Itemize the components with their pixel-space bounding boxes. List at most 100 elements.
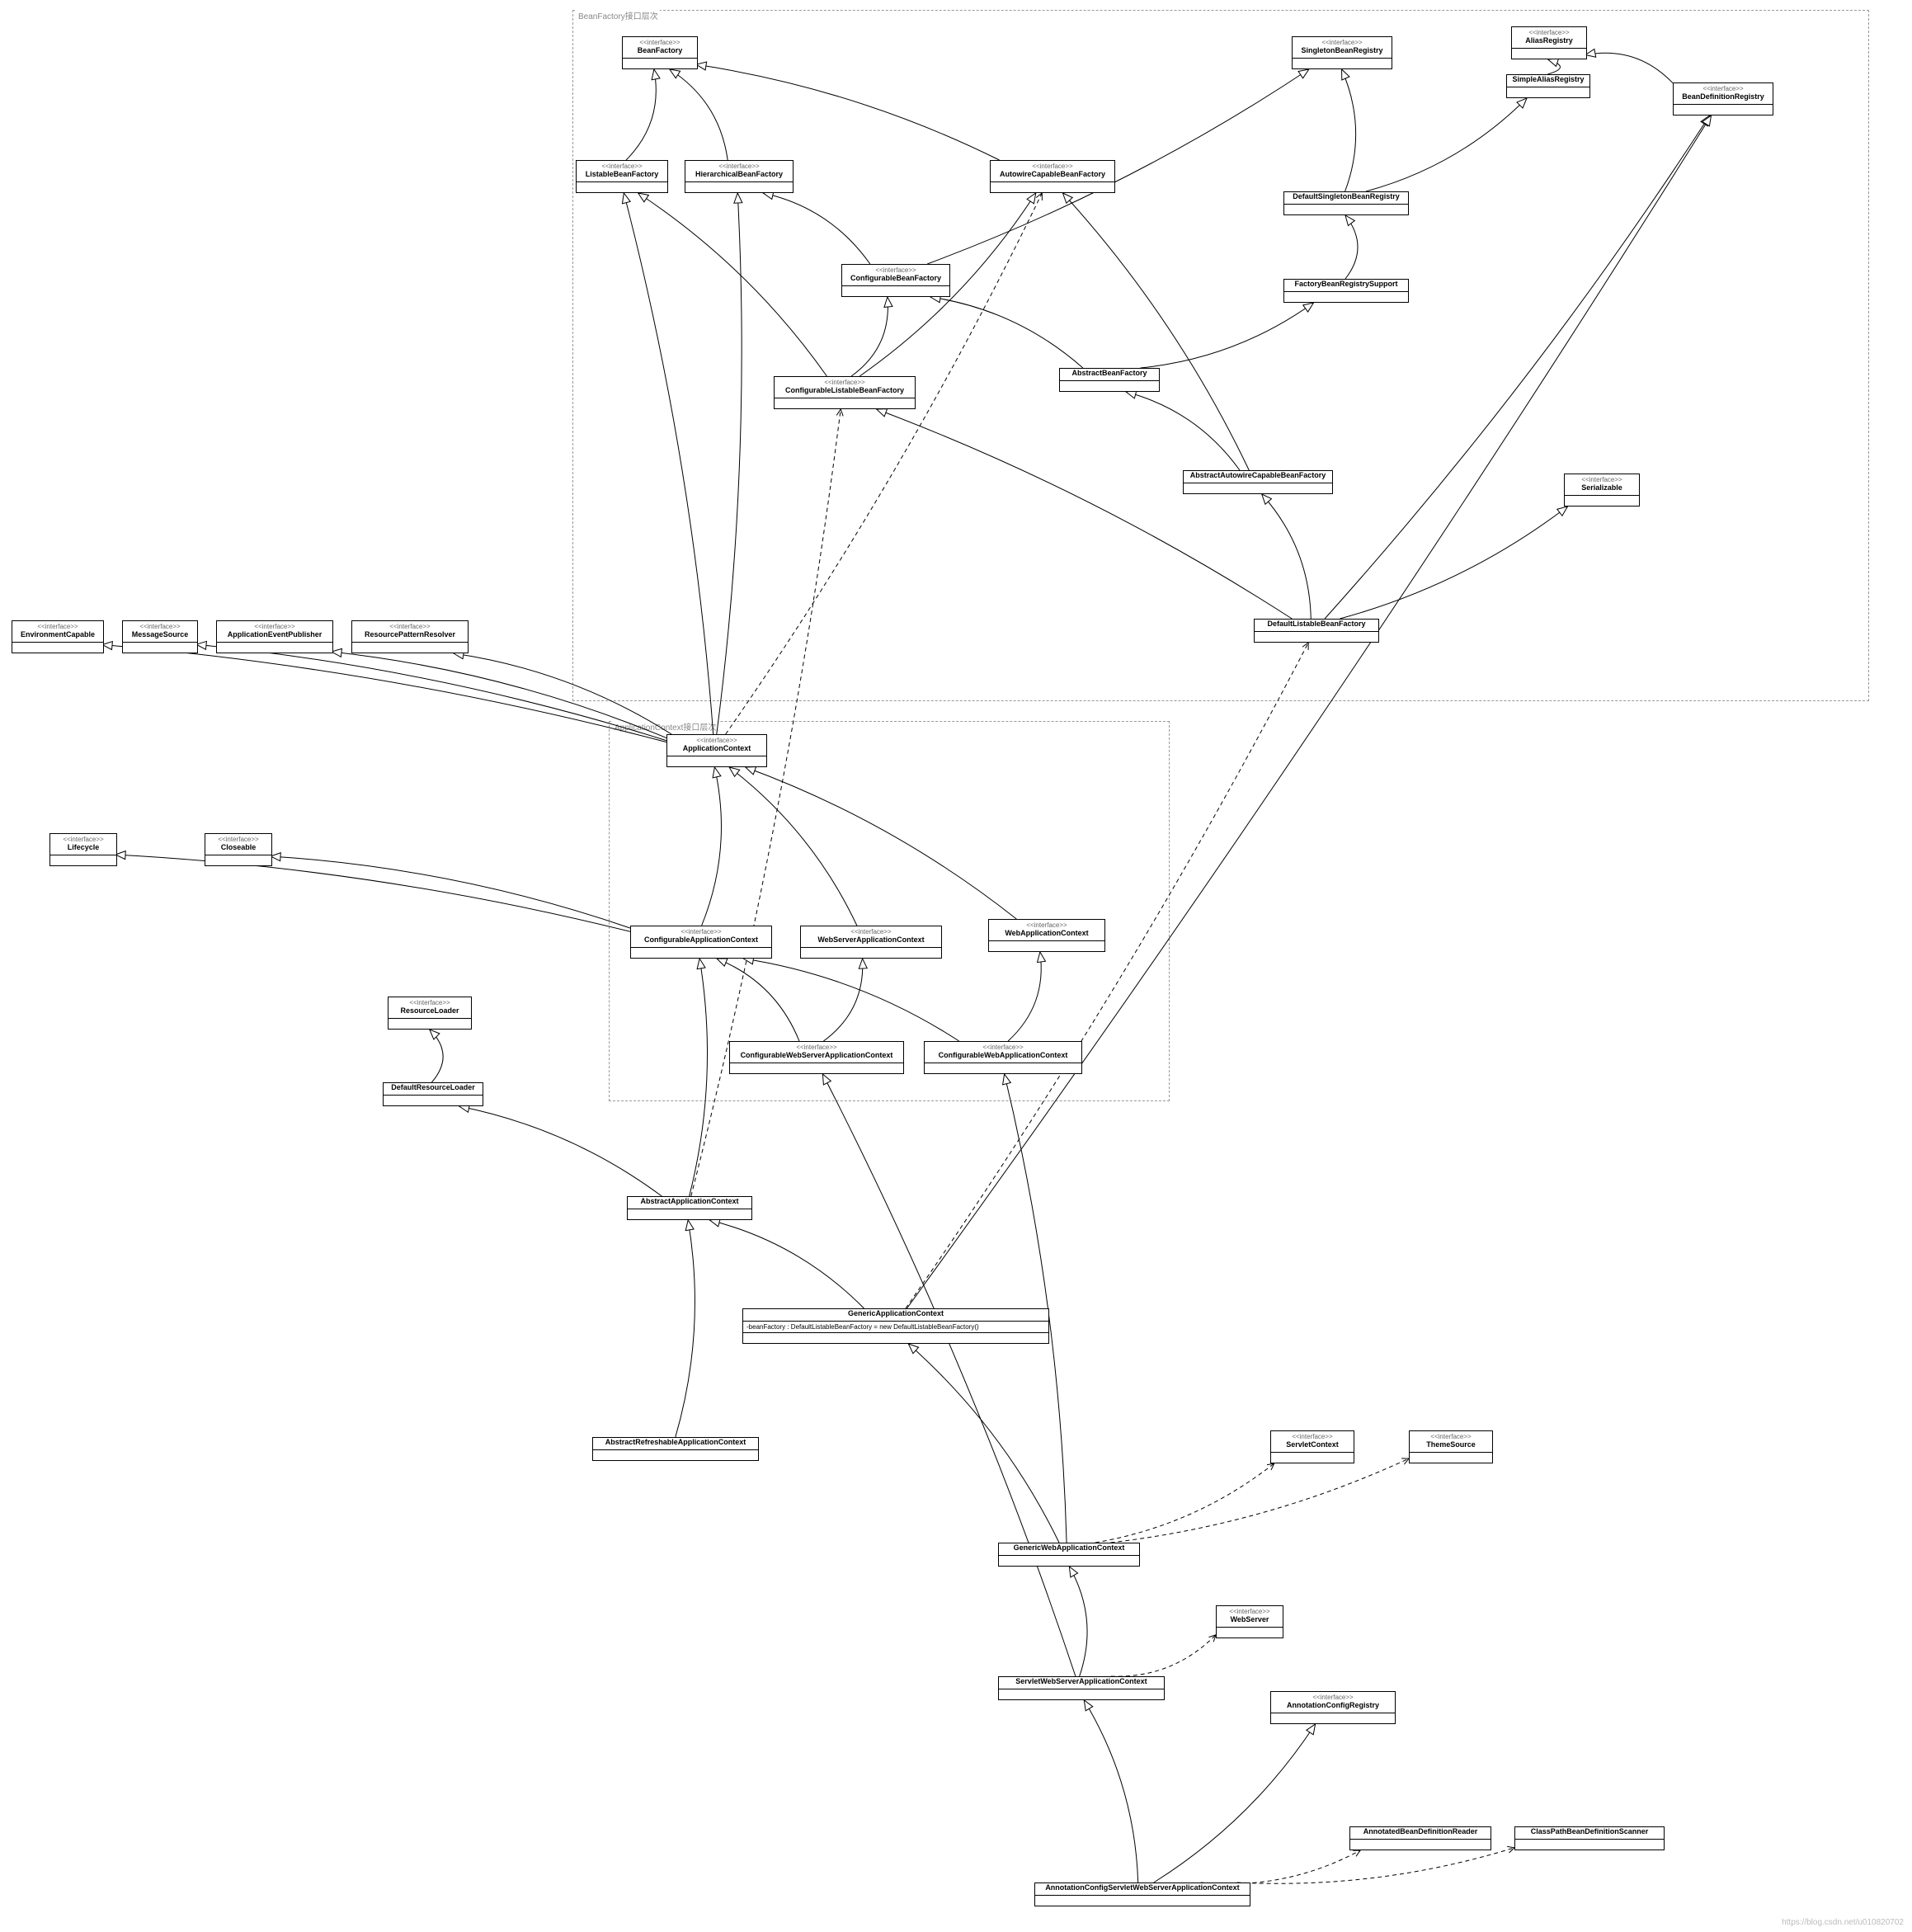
empty-section [925,1063,1081,1073]
uml-node-ClassPathBeanDefinitionScanner[interactable]: ClassPathBeanDefinitionScanner [1514,1826,1665,1850]
empty-section [205,855,271,865]
uml-node-AbstractApplicationContext[interactable]: AbstractApplicationContext [627,1196,752,1220]
uml-node-AnnotationConfigRegistry[interactable]: <<interface>>AnnotationConfigRegistry [1270,1691,1396,1724]
class-name: ConfigurableWebApplicationContext [925,1051,1081,1063]
uml-node-WebServer[interactable]: <<interface>>WebServer [1216,1605,1283,1638]
edge-ServletWebServerApplicationContext-ConfigurableWebServerApplicationContext [822,1074,1076,1676]
edge-AnnotationConfigServletWebServerApplicationContext-ServletWebServerApplicationContext [1084,1700,1137,1883]
uml-node-EnvironmentCapable[interactable]: <<interface>>EnvironmentCapable [12,620,104,653]
stereotype: <<interface>> [842,265,949,274]
empty-section [1271,1713,1395,1723]
frame-label: ApplicationContext接口层次 [613,720,718,733]
stereotype: <<interface>> [801,926,941,935]
empty-section [1060,381,1159,391]
stereotype: <<interface>> [205,834,271,843]
uml-node-FactoryBeanRegistrySupport[interactable]: FactoryBeanRegistrySupport [1283,279,1409,303]
stereotype: <<interface>> [12,621,103,630]
uml-node-ServletContext[interactable]: <<interface>>ServletContext [1270,1430,1354,1463]
empty-section [775,398,915,408]
uml-node-DefaultResourceLoader[interactable]: DefaultResourceLoader [383,1082,483,1106]
uml-node-ResourcePatternResolver[interactable]: <<interface>>ResourcePatternResolver [351,620,469,653]
class-name: ConfigurableWebServerApplicationContext [730,1051,903,1063]
edge-GenericWebApplicationContext-ThemeSource [1110,1458,1409,1543]
class-name: EnvironmentCapable [12,630,103,643]
uml-node-AutowireCapableBeanFactory[interactable]: <<interface>>AutowireCapableBeanFactory [990,160,1115,193]
class-name: BeanFactory [623,46,697,59]
empty-section [384,1096,483,1105]
stereotype: <<interface>> [1293,37,1392,46]
stereotype: <<interface>> [925,1042,1081,1051]
class-name: AnnotatedBeanDefinitionReader [1350,1827,1491,1840]
empty-section [1184,483,1332,493]
uml-node-WebApplicationContext[interactable]: <<interface>>WebApplicationContext [988,919,1105,952]
edge-AnnotationConfigServletWebServerApplicationContext-AnnotatedBeanDefinitionReader [1201,1850,1360,1884]
uml-node-HierarchicalBeanFactory[interactable]: <<interface>>HierarchicalBeanFactory [685,160,794,193]
stereotype: <<interface>> [730,1042,903,1051]
class-name: FactoryBeanRegistrySupport [1284,280,1408,292]
class-name: ServletWebServerApplicationContext [999,1677,1164,1689]
empty-section [217,643,332,653]
op-section [743,1333,1048,1343]
uml-node-Lifecycle[interactable]: <<interface>>Lifecycle [49,833,117,866]
empty-section [999,1556,1139,1566]
stereotype: <<interface>> [1410,1431,1492,1440]
class-name: GenericWebApplicationContext [999,1543,1139,1556]
empty-section [1512,49,1586,59]
uml-node-GenericWebApplicationContext[interactable]: GenericWebApplicationContext [998,1543,1140,1567]
uml-node-AbstractRefreshableApplicationContext[interactable]: AbstractRefreshableApplicationContext [592,1437,759,1461]
uml-node-ConfigurableBeanFactory[interactable]: <<interface>>ConfigurableBeanFactory [841,264,950,297]
uml-node-ConfigurableApplicationContext[interactable]: <<interface>>ConfigurableApplicationCont… [630,926,772,959]
stereotype: <<interface>> [989,920,1104,929]
edge-GenericWebApplicationContext-ServletContext [1095,1463,1274,1543]
class-name: ClassPathBeanDefinitionScanner [1515,1827,1664,1840]
uml-node-ApplicationContext[interactable]: <<interface>>ApplicationContext [666,734,767,767]
empty-section [1350,1840,1491,1850]
uml-node-Closeable[interactable]: <<interface>>Closeable [205,833,272,866]
empty-section [730,1063,903,1073]
uml-node-ConfigurableWebApplicationContext[interactable]: <<interface>>ConfigurableWebApplicationC… [924,1041,1082,1074]
class-name: WebServer [1217,1615,1283,1628]
uml-node-ServletWebServerApplicationContext[interactable]: ServletWebServerApplicationContext [998,1676,1165,1700]
empty-section [577,182,667,192]
uml-node-BeanDefinitionRegistry[interactable]: <<interface>>BeanDefinitionRegistry [1673,82,1773,115]
class-name: AbstractApplicationContext [628,1197,751,1209]
uml-node-AbstractBeanFactory[interactable]: AbstractBeanFactory [1059,368,1160,392]
uml-node-Serializable[interactable]: <<interface>>Serializable [1564,474,1640,507]
class-name: AbstractAutowireCapableBeanFactory [1184,471,1332,483]
attr-section: -beanFactory : DefaultListableBeanFactor… [743,1322,1048,1333]
class-name: AnnotationConfigRegistry [1271,1701,1395,1713]
empty-section [1674,105,1773,115]
stereotype: <<interface>> [217,621,332,630]
uml-node-ConfigurableListableBeanFactory[interactable]: <<interface>>ConfigurableListableBeanFac… [774,376,916,409]
uml-node-ThemeSource[interactable]: <<interface>>ThemeSource [1409,1430,1493,1463]
class-name: WebServerApplicationContext [801,935,941,948]
stereotype: <<interface>> [1674,83,1773,92]
class-name: DefaultSingletonBeanRegistry [1284,192,1408,205]
uml-node-GenericApplicationContext[interactable]: GenericApplicationContext-beanFactory : … [742,1308,1049,1344]
uml-node-SimpleAliasRegistry[interactable]: SimpleAliasRegistry [1506,74,1590,98]
uml-node-ListableBeanFactory[interactable]: <<interface>>ListableBeanFactory [576,160,668,193]
uml-node-AnnotationConfigServletWebServerApplicationContext[interactable]: AnnotationConfigServletWebServerApplicat… [1034,1883,1250,1906]
uml-node-DefaultListableBeanFactory[interactable]: DefaultListableBeanFactory [1254,619,1379,643]
uml-node-ApplicationEventPublisher[interactable]: <<interface>>ApplicationEventPublisher [216,620,333,653]
edge-GenericWebApplicationContext-GenericApplicationContext [908,1344,1059,1543]
uml-node-AbstractAutowireCapableBeanFactory[interactable]: AbstractAutowireCapableBeanFactory [1183,470,1333,494]
uml-node-WebServerApplicationContext[interactable]: <<interface>>WebServerApplicationContext [800,926,942,959]
edge-GenericApplicationContext-AbstractApplicationContext [709,1220,864,1308]
uml-node-BeanFactory[interactable]: <<interface>>BeanFactory [622,36,698,69]
uml-node-MessageSource[interactable]: <<interface>>MessageSource [122,620,198,653]
class-name: AliasRegistry [1512,36,1586,49]
edge-AbstractRefreshableApplicationContext-AbstractApplicationContext [676,1220,695,1437]
empty-section [631,948,771,958]
uml-node-DefaultSingletonBeanRegistry[interactable]: DefaultSingletonBeanRegistry [1283,191,1409,215]
empty-section [389,1019,471,1029]
uml-node-AnnotatedBeanDefinitionReader[interactable]: AnnotatedBeanDefinitionReader [1349,1826,1491,1850]
class-name: MessageSource [123,630,197,643]
class-name: AbstractBeanFactory [1060,369,1159,381]
uml-node-ResourceLoader[interactable]: <<interface>>ResourceLoader [388,997,472,1030]
edge-AnnotationConfigServletWebServerApplicationContext-ClassPathBeanDefinitionScanner [1237,1848,1514,1883]
watermark: https://blog.csdn.net/u010820702 [1782,1918,1904,1927]
uml-node-AliasRegistry[interactable]: <<interface>>AliasRegistry [1511,26,1587,59]
uml-node-SingletonBeanRegistry[interactable]: <<interface>>SingletonBeanRegistry [1292,36,1392,69]
uml-node-ConfigurableWebServerApplicationContext[interactable]: <<interface>>ConfigurableWebServerApplic… [729,1041,904,1074]
